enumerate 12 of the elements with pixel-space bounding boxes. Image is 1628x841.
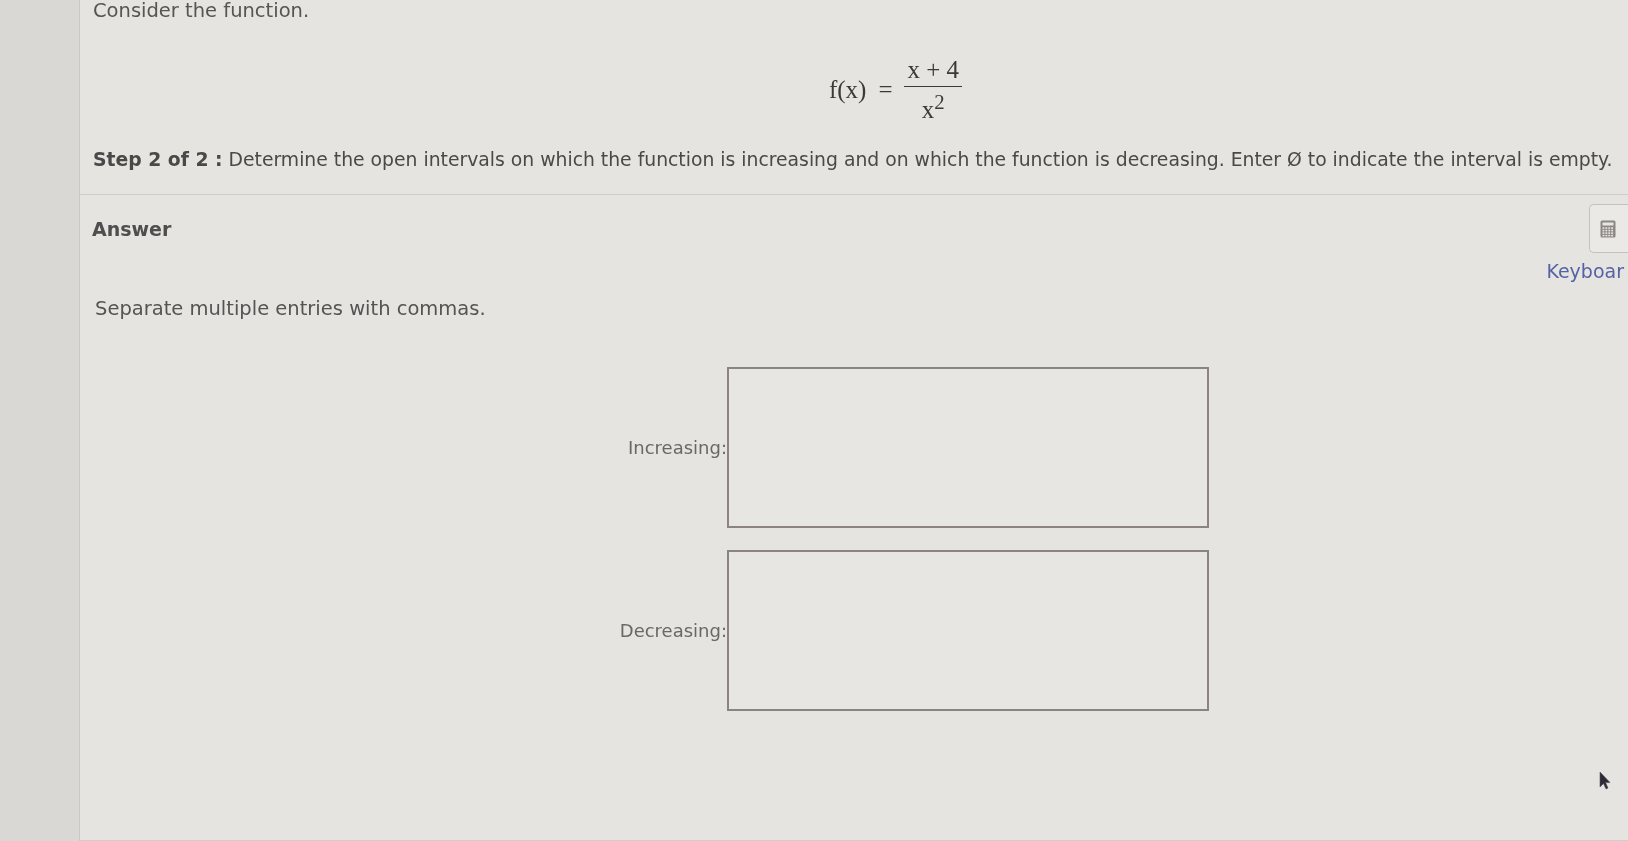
instruction-text: Separate multiple entries with commas. xyxy=(95,297,487,322)
mouse-pointer-icon xyxy=(1599,771,1611,790)
answer-field[interactable] xyxy=(727,550,1209,712)
step-instructions: Step 2 of 2 : Determine the open intervals on which the function is increasing and on which the function is decreasing. Enter Ø to indicate the interval is empty. xyxy=(93,148,1614,173)
field-label: Increasing: xyxy=(628,437,727,459)
field-label: Decreasing: xyxy=(619,620,727,642)
calculator-icon xyxy=(1600,219,1616,238)
intro-text: Consider the function. xyxy=(93,0,311,22)
calculator-button[interactable] xyxy=(1589,204,1628,254)
answer-heading: Answer xyxy=(92,217,172,240)
keyboard-link[interactable]: Keyboar xyxy=(1546,260,1624,283)
answer-field[interactable] xyxy=(727,367,1209,529)
